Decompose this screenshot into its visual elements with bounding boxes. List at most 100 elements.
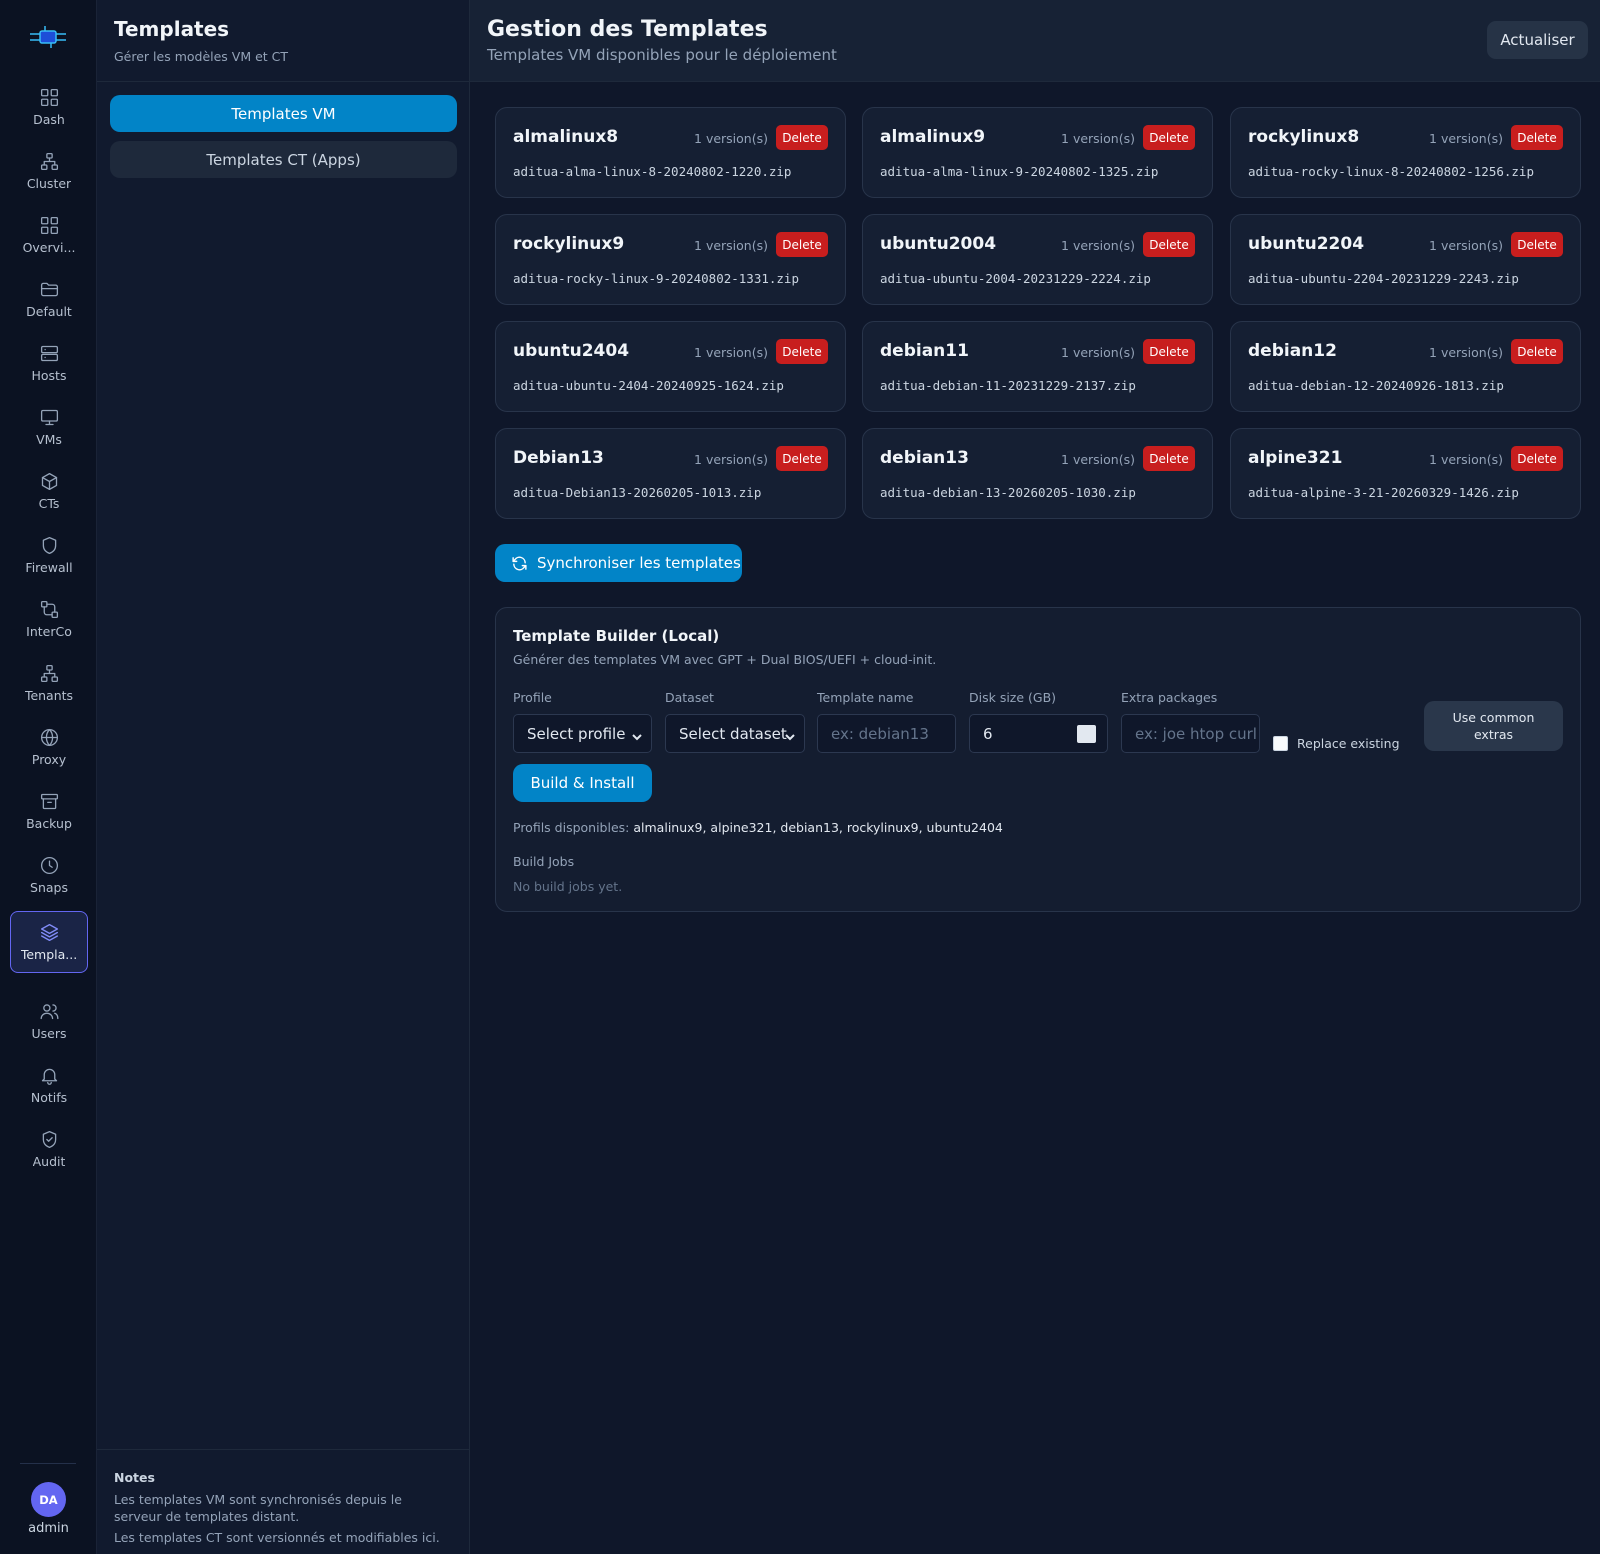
template-name: rockylinux9 bbox=[513, 234, 625, 254]
rail-label: Firewall bbox=[25, 560, 73, 575]
template-versions: 1 version(s) bbox=[1429, 452, 1503, 467]
rail-item-interco[interactable]: InterCo bbox=[10, 588, 88, 650]
profile-label: Profile bbox=[513, 690, 552, 705]
page-header: Gestion des Templates Templates VM dispo… bbox=[470, 0, 1600, 82]
avatar[interactable]: DA bbox=[31, 1482, 66, 1517]
rail-label: Templa... bbox=[20, 947, 78, 962]
dataset-select-value: Select dataset bbox=[679, 724, 787, 743]
notes-line: Les templates CT sont versionnés et modi… bbox=[114, 1530, 440, 1545]
template-card: debian11 1 version(s) Delete aditua-debi… bbox=[862, 321, 1213, 412]
template-name: almalinux9 bbox=[880, 127, 986, 147]
rail-label: Proxy bbox=[31, 752, 67, 767]
template-versions: 1 version(s) bbox=[694, 452, 768, 467]
rail-item-audit[interactable]: Audit bbox=[10, 1118, 88, 1180]
profiles-value: almalinux9, alpine321, debian13, rockyli… bbox=[633, 820, 1003, 835]
delete-button[interactable]: Delete bbox=[776, 446, 828, 471]
delete-button[interactable]: Delete bbox=[1143, 125, 1195, 150]
refresh-button[interactable]: Actualiser bbox=[1487, 21, 1588, 59]
delete-button[interactable]: Delete bbox=[1511, 232, 1563, 257]
main-content: Gestion des Templates Templates VM dispo… bbox=[470, 0, 1600, 1554]
template-name: debian12 bbox=[1248, 341, 1337, 361]
template-name: alpine321 bbox=[1248, 448, 1343, 468]
sync-templates-button[interactable]: Synchroniser les templates bbox=[495, 544, 742, 582]
disk-size-input[interactable]: 6 bbox=[969, 714, 1108, 753]
delete-button[interactable]: Delete bbox=[776, 232, 828, 257]
template-file: aditua-alma-linux-8-20240802-1220.zip bbox=[513, 164, 792, 179]
replace-existing-checkbox[interactable] bbox=[1273, 736, 1288, 751]
dataset-select[interactable]: Select dataset bbox=[665, 714, 805, 753]
page-subtitle: Templates VM disponibles pour le déploie… bbox=[487, 46, 837, 64]
shield-check-icon bbox=[42, 1130, 56, 1149]
clock-icon bbox=[40, 856, 58, 875]
template-name: debian13 bbox=[880, 448, 969, 468]
delete-button[interactable]: Delete bbox=[1511, 339, 1563, 364]
delete-button[interactable]: Delete bbox=[776, 125, 828, 150]
template-file: aditua-Debian13-20260205-1013.zip bbox=[513, 485, 762, 500]
rail-label: VMs bbox=[36, 432, 62, 447]
template-card: debian12 1 version(s) Delete aditua-debi… bbox=[1230, 321, 1581, 412]
rail-item-backup[interactable]: Backup bbox=[10, 780, 88, 842]
template-name: almalinux8 bbox=[513, 127, 619, 147]
build-install-button[interactable]: Build & Install bbox=[513, 764, 652, 802]
template-versions: 1 version(s) bbox=[694, 131, 768, 146]
globe-icon bbox=[40, 728, 58, 747]
rail-item-tenants[interactable]: Tenants bbox=[10, 652, 88, 714]
delete-button[interactable]: Delete bbox=[1511, 125, 1563, 150]
bell-icon bbox=[41, 1068, 57, 1085]
extra-packages-label: Extra packages bbox=[1121, 690, 1218, 705]
template-card: ubuntu2004 1 version(s) Delete aditua-ub… bbox=[862, 214, 1213, 305]
template-card: almalinux9 1 version(s) Delete aditua-al… bbox=[862, 107, 1213, 198]
rail-item-overview[interactable]: Overvi... bbox=[10, 204, 88, 266]
use-common-extras-button[interactable]: Use common extras bbox=[1424, 701, 1563, 751]
rail-label: Dash bbox=[33, 112, 65, 127]
delete-button[interactable]: Delete bbox=[1143, 446, 1195, 471]
rail-label: Overvi... bbox=[22, 240, 76, 255]
template-builder-panel: Template Builder (Local) Générer des tem… bbox=[495, 607, 1581, 912]
rail-item-dash[interactable]: Dash bbox=[10, 76, 88, 138]
template-name-input[interactable]: ex: debian13 bbox=[817, 714, 956, 753]
rail-item-templates[interactable]: Templa... bbox=[10, 911, 88, 973]
delete-button[interactable]: Delete bbox=[776, 339, 828, 364]
rail-item-notifs[interactable]: Notifs bbox=[10, 1054, 88, 1116]
disk-size-value: 6 bbox=[983, 724, 993, 743]
extra-packages-input[interactable]: ex: joe htop curl bbox=[1121, 714, 1260, 753]
rail-item-users[interactable]: Users bbox=[10, 990, 88, 1052]
rail-item-vms[interactable]: VMs bbox=[10, 396, 88, 458]
delete-button[interactable]: Delete bbox=[1143, 339, 1195, 364]
rail-label: CTs bbox=[38, 496, 60, 511]
template-versions: 1 version(s) bbox=[1429, 238, 1503, 253]
templates-ct-button[interactable]: Templates CT (Apps) bbox=[110, 141, 457, 178]
template-name: rockylinux8 bbox=[1248, 127, 1360, 147]
profile-select-value: Select profile bbox=[527, 724, 626, 743]
icon-rail: Dash Cluster Overvi... Default Hosts VMs… bbox=[0, 0, 97, 1554]
box-icon bbox=[41, 472, 57, 491]
delete-button[interactable]: Delete bbox=[1511, 446, 1563, 471]
rail-item-firewall[interactable]: Firewall bbox=[10, 524, 88, 586]
template-file: aditua-debian-11-20231229-2137.zip bbox=[880, 378, 1136, 393]
rail-item-cluster[interactable]: Cluster bbox=[10, 140, 88, 202]
stepper-icon[interactable] bbox=[1077, 725, 1096, 743]
template-name-label: Template name bbox=[817, 690, 914, 705]
profile-select[interactable]: Select profile bbox=[513, 714, 652, 753]
template-card: ubuntu2204 1 version(s) Delete aditua-ub… bbox=[1230, 214, 1581, 305]
rail-label: InterCo bbox=[26, 624, 72, 639]
delete-button[interactable]: Delete bbox=[1143, 232, 1195, 257]
rail-item-cts[interactable]: CTs bbox=[10, 460, 88, 522]
logo-icon bbox=[30, 26, 66, 48]
rail-item-default[interactable]: Default bbox=[10, 268, 88, 330]
rail-item-snaps[interactable]: Snaps bbox=[10, 844, 88, 906]
template-versions: 1 version(s) bbox=[1429, 131, 1503, 146]
notes-line: Les templates VM sont synchronisés depui… bbox=[114, 1492, 402, 1524]
template-versions: 1 version(s) bbox=[694, 345, 768, 360]
template-name: debian11 bbox=[880, 341, 969, 361]
rail-item-hosts[interactable]: Hosts bbox=[10, 332, 88, 394]
rail-label: Tenants bbox=[24, 688, 74, 703]
rail-label: Cluster bbox=[26, 176, 72, 191]
cluster-icon bbox=[40, 152, 58, 171]
rail-label: Notifs bbox=[30, 1090, 68, 1105]
template-card: debian13 1 version(s) Delete aditua-debi… bbox=[862, 428, 1213, 519]
folder-icon bbox=[40, 282, 58, 297]
grid-icon bbox=[40, 216, 58, 235]
rail-item-proxy[interactable]: Proxy bbox=[10, 716, 88, 778]
templates-vm-button[interactable]: Templates VM bbox=[110, 95, 457, 132]
